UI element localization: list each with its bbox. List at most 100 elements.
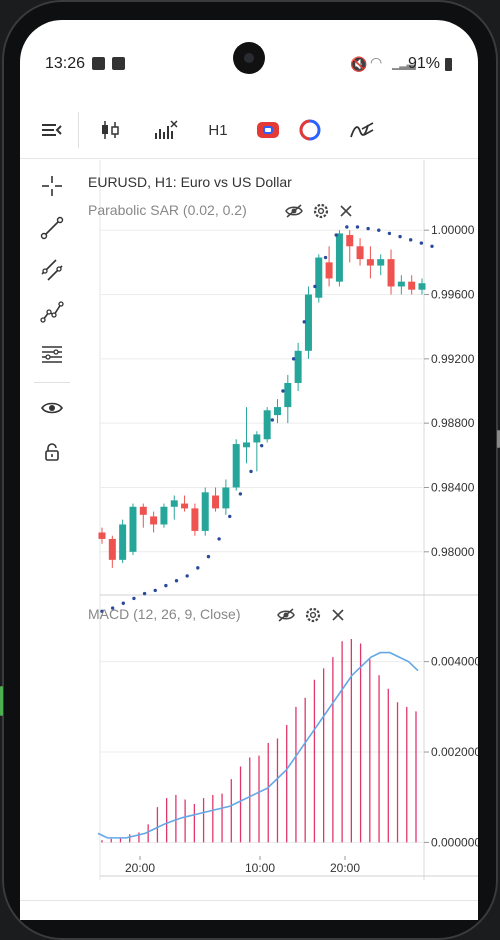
wifi-icon: ◠ [370, 54, 383, 70]
price-tick-label: 0.99200 [431, 352, 475, 366]
sar-dot [153, 588, 157, 593]
front-camera [233, 42, 265, 74]
candle-body [366, 259, 374, 266]
fib-tool[interactable] [34, 336, 70, 372]
sar-dot [185, 574, 189, 578]
candle-body [346, 235, 354, 247]
compare-icon [257, 122, 279, 138]
price-tick-label: 0.99600 [431, 288, 475, 302]
candle-body [253, 434, 261, 443]
sar-dot [334, 233, 338, 237]
crosshair-tool[interactable] [34, 168, 70, 204]
candle-body [387, 259, 395, 287]
candle-body [191, 508, 199, 531]
sar-settings-button[interactable] [312, 202, 330, 220]
sar-dot [377, 228, 381, 232]
hide-sar-button[interactable] [284, 203, 304, 219]
color-icon [299, 119, 321, 141]
candlestick-icon [102, 121, 119, 139]
sar-dot [142, 591, 147, 596]
candle-body [108, 538, 116, 560]
candle-body [335, 233, 343, 282]
candle-body [139, 506, 147, 515]
candle-body [377, 259, 385, 266]
lock-tool[interactable] [34, 434, 70, 470]
candle-body [243, 442, 251, 448]
sar-dot [345, 225, 349, 229]
candle-body [160, 506, 168, 525]
macd-tick-label: 0.000000 [431, 835, 478, 849]
chart-title: EURUSD, H1: Euro vs US Dollar [88, 174, 292, 190]
indicators-icon [155, 120, 178, 139]
visibility-tool[interactable] [34, 390, 70, 426]
chart-type-button[interactable] [92, 102, 128, 158]
sar-dot [196, 566, 200, 570]
candle-body [397, 281, 405, 287]
candle-body [150, 516, 158, 525]
path-tool[interactable] [34, 294, 70, 330]
path-icon [40, 301, 64, 323]
candle-body [408, 281, 416, 290]
candle-body [325, 262, 333, 279]
remove-macd-button[interactable] [330, 607, 346, 623]
candle-body [263, 410, 271, 440]
candle-body [98, 532, 106, 539]
macd-settings-button[interactable] [304, 606, 322, 624]
indicators-button[interactable] [146, 102, 186, 158]
channel-tool[interactable] [34, 252, 70, 288]
drawing-icon [350, 122, 374, 138]
timeframe-button[interactable]: H1 [200, 102, 236, 158]
hide-macd-button[interactable] [276, 607, 296, 623]
toolbar-separator [78, 112, 79, 148]
sar-dot [398, 234, 402, 239]
sar-dot [430, 244, 434, 248]
sar-dot [164, 583, 168, 588]
compare-button[interactable] [250, 102, 286, 158]
color-theme-button[interactable] [292, 102, 328, 158]
sar-dot [174, 579, 179, 583]
sar-dot [121, 601, 125, 605]
time-tick-label: 10:00 [245, 861, 275, 875]
menu-icon [42, 124, 62, 136]
time-tick-label: 20:00 [125, 861, 155, 875]
sar-dot [259, 443, 264, 448]
side-indicator [0, 686, 3, 716]
sar-dot [238, 492, 243, 496]
sar-dot [206, 554, 211, 559]
candle-body [294, 350, 302, 383]
sar-dot [419, 241, 424, 245]
sar-dot [313, 284, 317, 289]
candle-body [201, 492, 209, 531]
chart-area[interactable]: 1.00000 0.99600 0.99200 0.98800 0.98400 0.980… [80, 160, 478, 880]
sar-dot [387, 231, 392, 236]
trendline-tool[interactable] [34, 210, 70, 246]
lock-icon [45, 443, 59, 461]
bottom-navigation [20, 900, 478, 920]
sar-dot [409, 238, 413, 242]
drawing-button[interactable] [344, 102, 380, 158]
menu-button[interactable] [34, 102, 70, 158]
candle-body [212, 495, 220, 509]
candle-body [315, 257, 323, 298]
tools-separator [34, 382, 70, 383]
candle-body [284, 382, 292, 408]
sar-dot [291, 357, 296, 361]
price-tick-label: 0.98000 [431, 545, 475, 559]
candle-body [119, 524, 127, 560]
candle-body [304, 294, 312, 351]
chart-canvas[interactable]: 1.00000 0.99600 0.99200 0.98800 0.98400 0.980… [80, 160, 478, 880]
mute-icon: 🔇 [350, 56, 368, 72]
sar-dot [132, 596, 136, 601]
sar-legend-actions [284, 202, 354, 220]
battery-percent: 91% [408, 55, 441, 72]
remove-sar-button[interactable] [338, 203, 354, 219]
sar-dot [323, 255, 328, 260]
sar-legend: Parabolic SAR (0.02, 0.2) [88, 202, 247, 218]
sar-dot [366, 226, 370, 231]
sar-dot [249, 469, 253, 474]
timeframe-label: H1 [208, 121, 228, 139]
macd-legend: MACD (12, 26, 9, Close) [88, 606, 241, 622]
price-tick-label: 0.98400 [431, 480, 475, 494]
check-icon [112, 57, 125, 70]
candle-body [129, 506, 137, 552]
